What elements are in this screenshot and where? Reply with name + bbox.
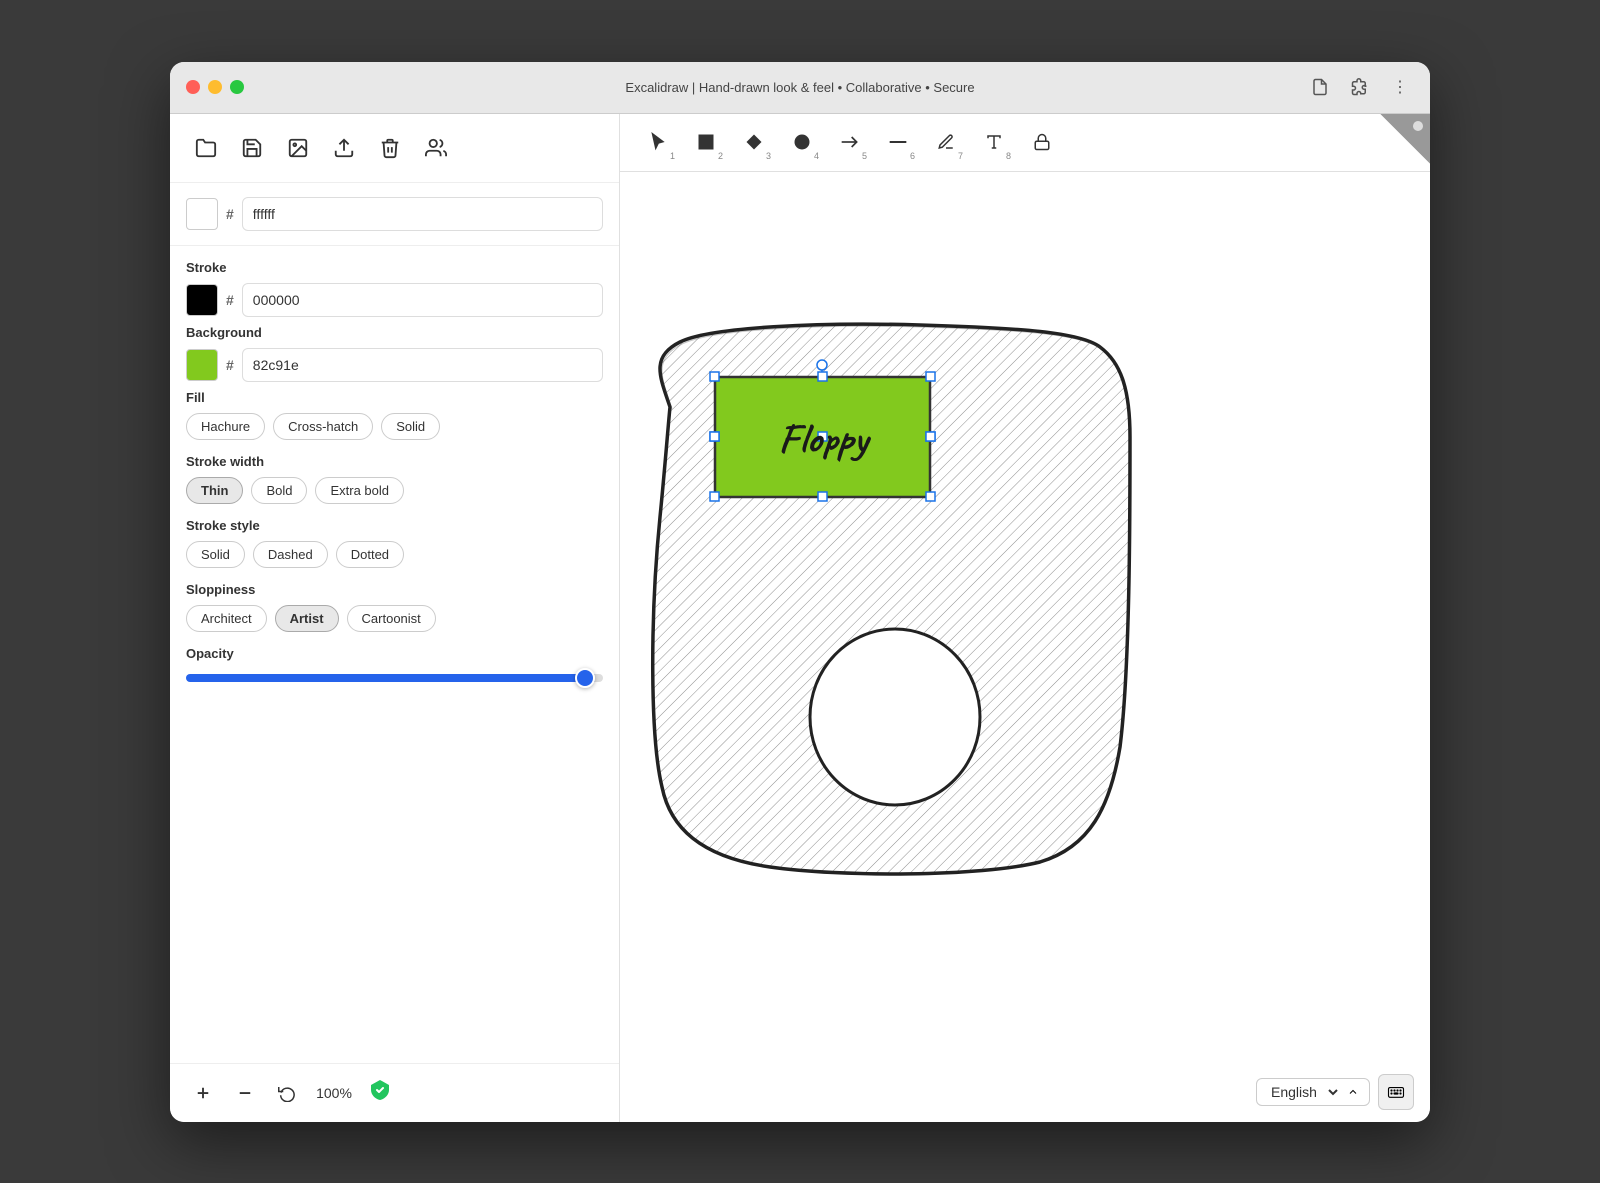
stroke-thin[interactable]: Thin — [186, 477, 243, 504]
stroke-style-options: Solid Dashed Dotted — [186, 541, 603, 568]
canvas-content[interactable]: Floppy English Español Français Deutsch — [620, 172, 1430, 1122]
slop-artist[interactable]: Artist — [275, 605, 339, 632]
chevron-up-icon — [1347, 1086, 1359, 1098]
app-window: Excalidraw | Hand-drawn look & feel • Co… — [170, 62, 1430, 1122]
stroke-row: # — [186, 283, 603, 317]
stroke-extra-bold[interactable]: Extra bold — [315, 477, 404, 504]
close-button[interactable] — [186, 80, 200, 94]
pencil-num: 7 — [958, 151, 963, 161]
diamond-tool-button[interactable]: 3 — [732, 120, 776, 164]
style-solid[interactable]: Solid — [186, 541, 245, 568]
sidebar: # Stroke # Background # — [170, 114, 620, 1122]
stroke-width-label: Stroke width — [186, 454, 603, 469]
canvas-svg: Floppy — [620, 172, 1430, 1122]
top-toolbar: 1 2 3 4 — [620, 114, 1430, 172]
line-num: 6 — [910, 151, 915, 161]
zoom-out-button[interactable] — [228, 1076, 262, 1110]
language-selector[interactable]: English Español Français Deutsch — [1256, 1078, 1370, 1106]
trash-button[interactable] — [370, 128, 410, 168]
stroke-width-options: Thin Bold Extra bold — [186, 477, 603, 504]
color-input-row: # — [186, 197, 603, 231]
opacity-slider[interactable] — [186, 674, 603, 682]
rect-num: 2 — [718, 151, 723, 161]
stroke-swatch[interactable] — [186, 284, 218, 316]
line-tool-button[interactable]: 6 — [876, 120, 920, 164]
ellipse-tool-button[interactable]: 4 — [780, 120, 824, 164]
arrow-tool-button[interactable]: 5 — [828, 120, 872, 164]
zoom-in-button[interactable] — [186, 1076, 220, 1110]
collaborate-button[interactable] — [416, 128, 456, 168]
traffic-lights — [186, 80, 244, 94]
puzzle-icon[interactable] — [1346, 73, 1374, 101]
slop-architect[interactable]: Architect — [186, 605, 267, 632]
open-button[interactable] — [186, 128, 226, 168]
rectangle-tool-button[interactable]: 2 — [684, 120, 728, 164]
fill-options: Hachure Cross-hatch Solid — [186, 413, 603, 440]
color-input[interactable] — [242, 197, 603, 231]
app-body: # Stroke # Background # — [170, 114, 1430, 1122]
fill-solid[interactable]: Solid — [381, 413, 440, 440]
svg-text:Floppy: Floppy — [778, 412, 871, 465]
app-title: Excalidraw | Hand-drawn look & feel • Co… — [625, 80, 974, 95]
text-num: 8 — [1006, 151, 1011, 161]
stroke-bold[interactable]: Bold — [251, 477, 307, 504]
keyboard-button[interactable] — [1378, 1074, 1414, 1110]
stroke-hash: # — [226, 292, 234, 308]
color-section: # — [170, 183, 619, 246]
export-image-button[interactable] — [278, 128, 318, 168]
fill-crosshatch[interactable]: Cross-hatch — [273, 413, 373, 440]
stroke-input[interactable] — [242, 283, 603, 317]
canvas-area: 1 2 3 4 — [620, 114, 1430, 1122]
color-swatch[interactable] — [186, 198, 218, 230]
style-dashed[interactable]: Dashed — [253, 541, 328, 568]
pencil-tool-button[interactable]: 7 — [924, 120, 968, 164]
stroke-label: Stroke — [186, 260, 603, 275]
arrow-num: 5 — [862, 151, 867, 161]
background-swatch[interactable] — [186, 349, 218, 381]
reset-zoom-button[interactable] — [270, 1076, 304, 1110]
background-row: # — [186, 348, 603, 382]
zoom-level: 100% — [312, 1085, 356, 1101]
minimize-button[interactable] — [208, 80, 222, 94]
stroke-style-label: Stroke style — [186, 518, 603, 533]
diamond-num: 3 — [766, 151, 771, 161]
style-dotted[interactable]: Dotted — [336, 541, 404, 568]
sidebar-bottom: 100% — [170, 1063, 619, 1122]
text-tool-button[interactable]: 8 — [972, 120, 1016, 164]
bg-hash: # — [226, 357, 234, 373]
hash-label: # — [226, 206, 234, 222]
language-dropdown[interactable]: English Español Français Deutsch — [1267, 1083, 1341, 1101]
save-button[interactable] — [232, 128, 272, 168]
titlebar: Excalidraw | Hand-drawn look & feel • Co… — [170, 62, 1430, 114]
properties-section: Stroke # Background # Fill Hachure — [170, 246, 619, 701]
keyboard-icon — [1387, 1083, 1405, 1101]
opacity-label: Opacity — [186, 646, 603, 661]
maximize-button[interactable] — [230, 80, 244, 94]
slop-cartoonist[interactable]: Cartoonist — [347, 605, 436, 632]
export-button[interactable] — [324, 128, 364, 168]
fill-hachure[interactable]: Hachure — [186, 413, 265, 440]
more-icon[interactable]: ⋮ — [1386, 73, 1414, 101]
document-icon[interactable] — [1306, 73, 1334, 101]
shield-icon — [368, 1078, 392, 1108]
lock-tool-button[interactable] — [1020, 120, 1064, 164]
canvas-bottom: English Español Français Deutsch — [1256, 1074, 1414, 1110]
sloppiness-label: Sloppiness — [186, 582, 603, 597]
ellipse-num: 4 — [814, 151, 819, 161]
titlebar-actions: ⋮ — [1306, 73, 1414, 101]
select-tool-button[interactable]: 1 — [636, 120, 680, 164]
sloppiness-options: Architect Artist Cartoonist — [186, 605, 603, 632]
fill-label: Fill — [186, 390, 603, 405]
select-num: 1 — [670, 151, 675, 161]
background-label: Background — [186, 325, 603, 340]
sidebar-toolbar — [170, 114, 619, 183]
opacity-slider-container — [186, 669, 603, 687]
background-input[interactable] — [242, 348, 603, 382]
